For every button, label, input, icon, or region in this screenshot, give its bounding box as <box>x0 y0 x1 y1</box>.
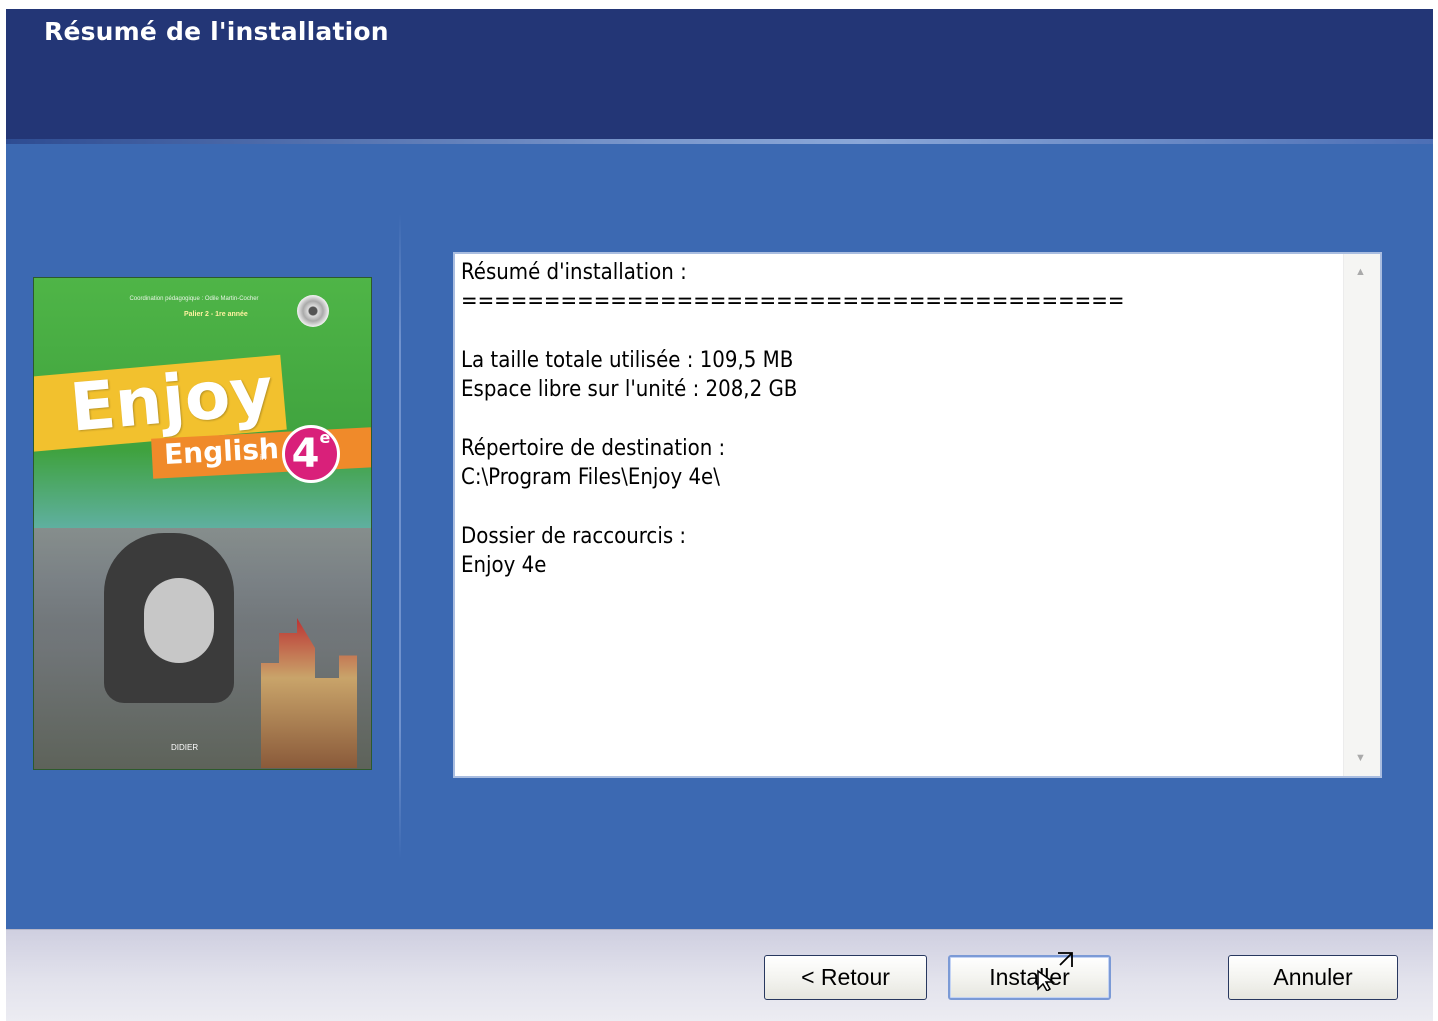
summary-line: Dossier de raccourcis : <box>461 523 687 549</box>
summary-textbox[interactable]: Résumé d'installation : ================… <box>453 252 1382 778</box>
cover-subtitle: English <box>163 432 280 471</box>
summary-line: Résumé d'installation : <box>461 260 687 285</box>
cover-in-text: in <box>260 453 267 462</box>
summary-line: Répertoire de destination : <box>461 435 726 461</box>
summary-line: La taille totale utilisée : 109,5 MB <box>461 347 794 373</box>
main-panel: Coordination pédagogique : Odile Martin-… <box>6 144 1433 929</box>
mouse-pointer-icon <box>1037 952 1073 991</box>
back-button[interactable]: < Retour <box>764 955 927 1000</box>
grade-superscript: e <box>319 428 331 447</box>
cd-icon <box>297 295 329 327</box>
summary-line <box>461 404 1341 433</box>
cover-coordination-text: Coordination pédagogique : Odile Martin-… <box>129 296 259 302</box>
install-button[interactable]: Installer <box>948 955 1111 1000</box>
summary-line <box>461 317 1341 346</box>
product-cover-image: Coordination pédagogique : Odile Martin-… <box>33 277 372 770</box>
grade-number: 4 <box>291 431 320 477</box>
scroll-down-arrow-icon[interactable]: ▼ <box>1355 752 1366 764</box>
page-title: Résumé de l'installation <box>44 17 389 46</box>
footer-bar: < Retour Installer Annuler <box>6 929 1433 1021</box>
summary-line: Espace libre sur l'unité : 208,2 GB <box>461 377 798 403</box>
summary-line: ======================================== <box>461 289 1125 315</box>
grade-badge: 4e <box>282 425 340 483</box>
cancel-button[interactable]: Annuler <box>1228 955 1398 1000</box>
summary-line <box>461 492 1341 521</box>
summary-line: Enjoy 4e <box>461 552 547 578</box>
scroll-up-arrow-icon[interactable]: ▲ <box>1355 266 1366 278</box>
summary-line: C:\Program Files\Enjoy 4e\ <box>461 465 720 491</box>
vertical-scrollbar[interactable]: ▲ ▼ <box>1343 254 1380 776</box>
header-banner: Résumé de l'installation <box>6 9 1433 139</box>
cover-publisher-logo: DIDIER <box>171 743 199 752</box>
summary-text: Résumé d'installation : ================… <box>461 258 1341 768</box>
vertical-divider <box>399 214 401 859</box>
cover-palier-text: Palier 2 - 1re année <box>184 311 248 318</box>
cover-girl-face <box>144 578 214 663</box>
installer-window: Résumé de l'installation Coordination pé… <box>6 9 1433 1021</box>
